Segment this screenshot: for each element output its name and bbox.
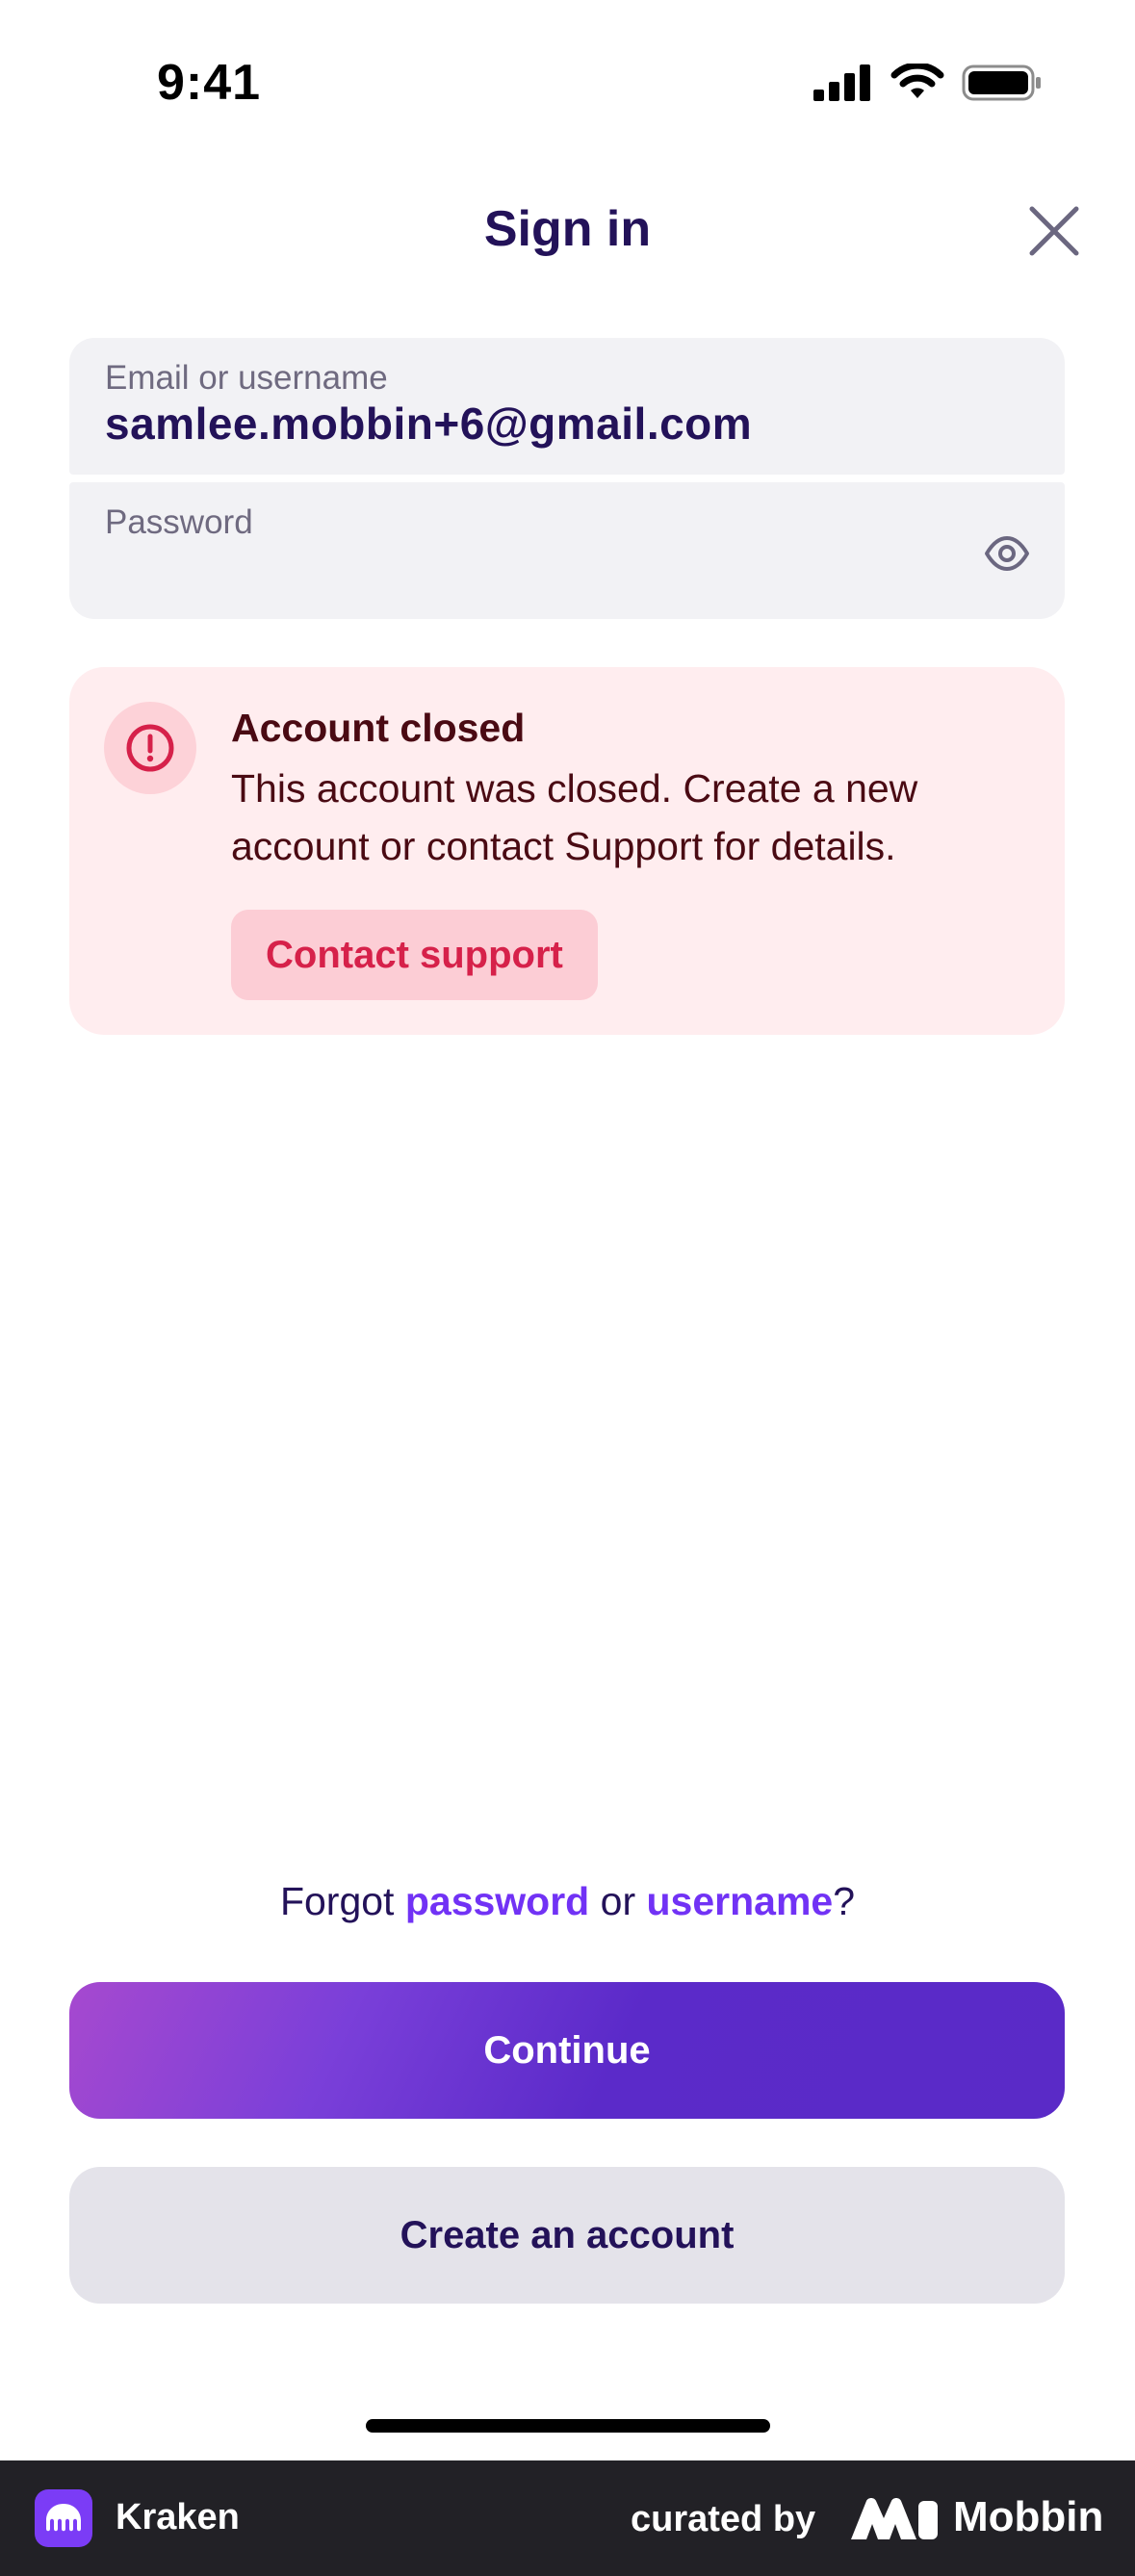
curated-by-label: curated by <box>631 2499 816 2539</box>
home-indicator[interactable] <box>366 2419 770 2433</box>
wifi-icon <box>890 64 944 98</box>
alert-title: Account closed <box>231 706 526 750</box>
status-time: 9:41 <box>157 55 262 111</box>
contact-support-button[interactable]: Contact support <box>231 910 598 1000</box>
create-account-button[interactable]: Create an account <box>69 2167 1065 2304</box>
email-value[interactable]: samlee.mobbin+6@gmail.com <box>105 398 752 450</box>
account-closed-alert: Account closed This account was closed. … <box>69 667 1065 1035</box>
alert-message: This account was closed. Create a new ac… <box>231 766 918 868</box>
forgot-suffix: ? <box>833 1879 856 1923</box>
signal-icon <box>813 64 870 101</box>
page-title: Sign in <box>483 201 652 257</box>
forgot-joiner: or <box>600 1879 636 1923</box>
forgot-prefix: Forgot <box>279 1879 395 1923</box>
app-name: Kraken <box>116 2497 240 2537</box>
battery-icon <box>962 64 1041 101</box>
mobbin-logo-icon <box>851 2498 938 2539</box>
kraken-app-icon <box>35 2489 92 2547</box>
forgot-password-link[interactable]: password <box>405 1879 589 1923</box>
status-icons <box>813 64 1043 102</box>
alert-icon-badge <box>104 702 196 794</box>
footer-bar: Kraken curated by Mobbin <box>0 2460 1135 2576</box>
forgot-username-link[interactable]: username <box>647 1879 834 1923</box>
close-icon <box>1029 206 1079 256</box>
exclamation-circle-icon <box>126 724 174 772</box>
close-button[interactable] <box>1020 197 1088 265</box>
mobbin-brand: Mobbin <box>953 2493 1104 2540</box>
email-label: Email or username <box>105 359 388 397</box>
forgot-credentials: Forgot password or username? <box>0 1879 1135 1924</box>
show-password-toggle[interactable] <box>984 530 1030 577</box>
password-field[interactable]: Password <box>69 482 1065 619</box>
password-label: Password <box>105 503 253 541</box>
email-field[interactable]: Email or username samlee.mobbin+6@gmail.… <box>69 338 1065 475</box>
kraken-logo-icon <box>46 2504 81 2532</box>
eye-icon <box>985 536 1029 571</box>
continue-button[interactable]: Continue <box>69 1982 1065 2119</box>
